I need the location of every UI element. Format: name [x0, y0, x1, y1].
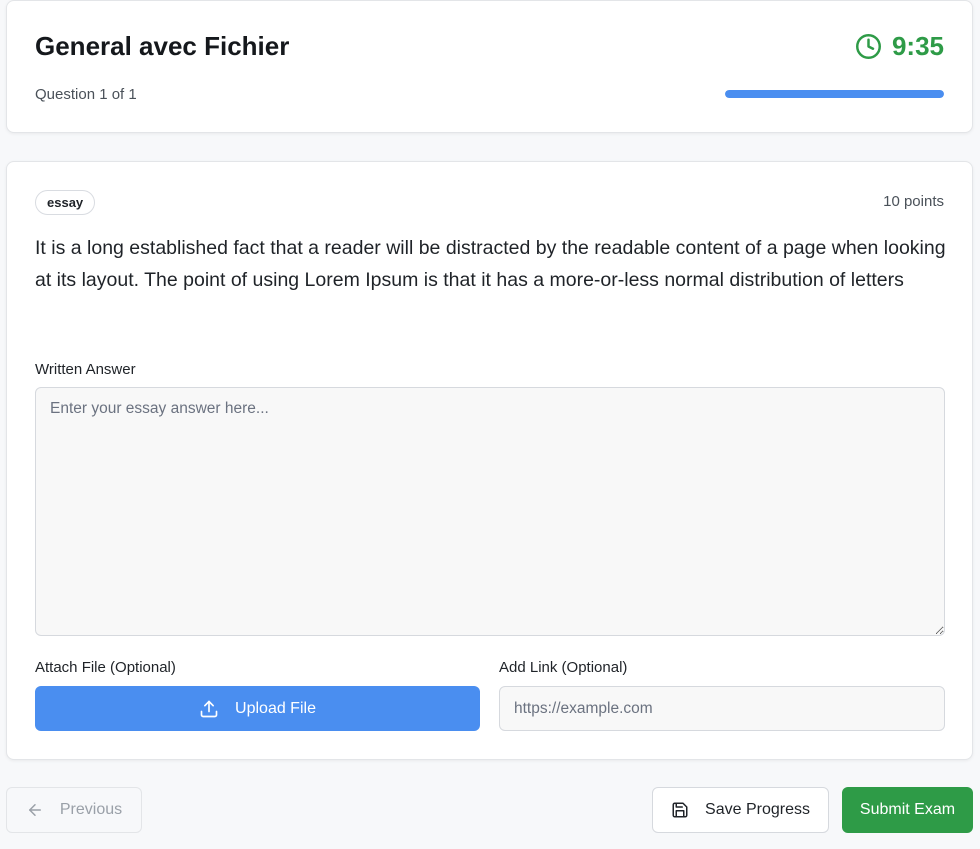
question-card: essay 10 points It is a long established…	[6, 161, 973, 760]
add-link-label: Add Link (Optional)	[499, 659, 628, 676]
clock-icon	[855, 34, 881, 59]
progress-bar-fill	[725, 90, 944, 98]
progress-bar	[725, 90, 944, 98]
submit-exam-button[interactable]: Submit Exam	[842, 787, 973, 833]
question-text: It is a long established fact that a rea…	[35, 237, 946, 291]
question-type-badge: essay	[35, 190, 96, 215]
save-progress-button[interactable]: Save Progress	[652, 787, 829, 833]
timer-value: 9:35	[891, 31, 944, 61]
submit-exam-label: Submit Exam	[859, 801, 956, 818]
link-input[interactable]	[499, 686, 945, 731]
exam-title: General avec Fichier	[35, 31, 290, 61]
save-icon	[672, 802, 688, 818]
arrow-left-icon	[28, 804, 41, 816]
save-progress-label: Save Progress	[705, 801, 810, 818]
written-answer-label: Written Answer	[35, 361, 136, 378]
upload-file-button[interactable]: Upload File	[35, 686, 480, 731]
question-points: 10 points	[883, 193, 944, 210]
timer: 9:35	[855, 31, 944, 62]
upload-file-label: Upload File	[235, 699, 316, 717]
question-counter: Question 1 of 1	[35, 86, 137, 103]
essay-answer-input[interactable]	[35, 387, 945, 636]
attach-file-label: Attach File (Optional)	[35, 659, 176, 676]
previous-label: Previous	[59, 801, 123, 818]
previous-button[interactable]: Previous	[6, 787, 142, 833]
upload-icon	[200, 700, 218, 717]
exam-header: General avec Fichier Question 1 of 1 9:3…	[6, 0, 973, 133]
